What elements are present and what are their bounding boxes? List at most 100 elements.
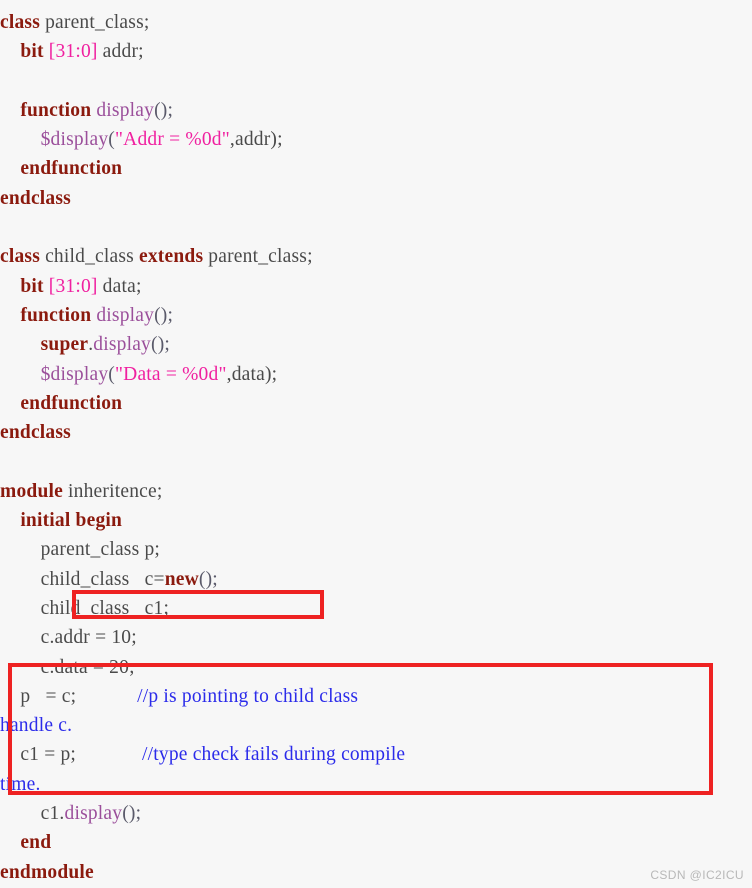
code-token-range: [31:0] xyxy=(48,275,98,297)
code-token-kw: endmodule xyxy=(0,861,94,883)
code-token-plain: parent_class; xyxy=(203,246,313,268)
code-token-kw: end xyxy=(20,832,52,854)
code-token-punct: ( xyxy=(108,363,115,385)
code-line: $display("Addr = %0d",addr); xyxy=(0,125,752,154)
code-token-cmt: handle c. xyxy=(0,715,73,737)
code-line: module inheritence; xyxy=(0,477,752,506)
code-token-punct: (); xyxy=(154,99,174,121)
code-token-plain: data; xyxy=(97,275,142,297)
code-token-kw: endfunction xyxy=(20,392,123,414)
code-line: c1.display(); xyxy=(0,799,752,828)
code-token-plain: ,addr); xyxy=(229,129,283,151)
code-token-kw: super xyxy=(40,334,89,356)
code-token-plain: inheritence; xyxy=(62,480,163,502)
code-line: bit [31:0] data; xyxy=(0,272,752,301)
code-token-plain: child_class c= xyxy=(40,568,165,590)
code-line: handle c. xyxy=(0,711,752,740)
code-line: endfunction xyxy=(0,154,752,183)
code-token-fn: display xyxy=(93,334,152,356)
code-token-plain: c1 = p; xyxy=(20,744,143,766)
code-token-plain: child_class c1; xyxy=(40,597,170,619)
code-token-plain: p = c; xyxy=(20,685,138,707)
code-token-fn: display xyxy=(64,803,123,825)
code-line: c.addr = 10; xyxy=(0,623,752,652)
code-line: initial begin xyxy=(0,506,752,535)
code-line: class child_class extends parent_class; xyxy=(0,242,752,271)
code-token-plain: parent_class p; xyxy=(40,539,161,561)
code-token-sys: $display xyxy=(40,363,109,385)
code-line: child_class c=new(); xyxy=(0,565,752,594)
code-snippet-image: class parent_class; bit [31:0] addr; fun… xyxy=(0,0,752,888)
code-token-kw: initial begin xyxy=(20,510,123,532)
code-token-kw: endclass xyxy=(0,422,71,444)
code-token-plain: c1. xyxy=(40,803,65,825)
code-line: end xyxy=(0,828,752,857)
code-token-fn: display xyxy=(96,99,155,121)
code-token-cmt: time. xyxy=(0,773,41,795)
code-token-kw: bit xyxy=(20,275,44,297)
code-token-sys: $display xyxy=(40,129,109,151)
code-line: p = c; //p is pointing to child class xyxy=(0,682,752,711)
code-token-str: "Data = %0d" xyxy=(115,363,227,385)
code-block: class parent_class; bit [31:0] addr; fun… xyxy=(0,0,752,887)
code-token-punct: (); xyxy=(151,334,171,356)
code-line: endfunction xyxy=(0,389,752,418)
code-token-cmt: //type check fails during compile xyxy=(142,744,406,766)
code-line: endclass xyxy=(0,184,752,213)
code-token-str: "Addr = %0d" xyxy=(115,129,230,151)
code-token-kw: endfunction xyxy=(20,158,123,180)
code-token-plain: parent_class; xyxy=(40,12,150,33)
code-line: class parent_class; xyxy=(0,8,752,37)
code-token-cmt: //p is pointing to child class xyxy=(137,685,359,707)
code-token-plain: ,data); xyxy=(226,363,278,385)
code-token-kw: function xyxy=(20,304,92,326)
code-token-kw: bit xyxy=(20,41,44,63)
code-token-kw: class xyxy=(0,12,40,33)
code-token-fn: display xyxy=(96,304,155,326)
code-token-punct: (); xyxy=(122,803,142,825)
code-token-plain: child_class xyxy=(40,246,139,268)
code-line: function display(); xyxy=(0,96,752,125)
code-line: c1 = p; //type check fails during compil… xyxy=(0,740,752,769)
code-line: $display("Data = %0d",data); xyxy=(0,360,752,389)
code-token-kw: class xyxy=(0,246,40,268)
code-token-kw: function xyxy=(20,99,92,121)
code-token-kw: extends xyxy=(139,246,204,268)
watermark: CSDN @IC2ICU xyxy=(650,868,744,882)
code-token-punct: (); xyxy=(198,568,218,590)
code-token-range: [31:0] xyxy=(48,41,98,63)
code-line: parent_class p; xyxy=(0,535,752,564)
code-line: c.data = 20; xyxy=(0,653,752,682)
code-line: bit [31:0] addr; xyxy=(0,37,752,66)
code-token-plain: c.addr = 10; xyxy=(40,627,137,649)
code-line: child_class c1; xyxy=(0,594,752,623)
code-token-punct: (); xyxy=(154,304,174,326)
code-token-kw: endclass xyxy=(0,187,71,209)
code-token-plain: addr; xyxy=(97,41,144,63)
code-line: time. xyxy=(0,770,752,799)
code-line: function display(); xyxy=(0,301,752,330)
code-token-kw: new xyxy=(164,568,199,590)
code-line: super.display(); xyxy=(0,330,752,359)
code-token-plain: c.data = 20; xyxy=(40,656,135,678)
